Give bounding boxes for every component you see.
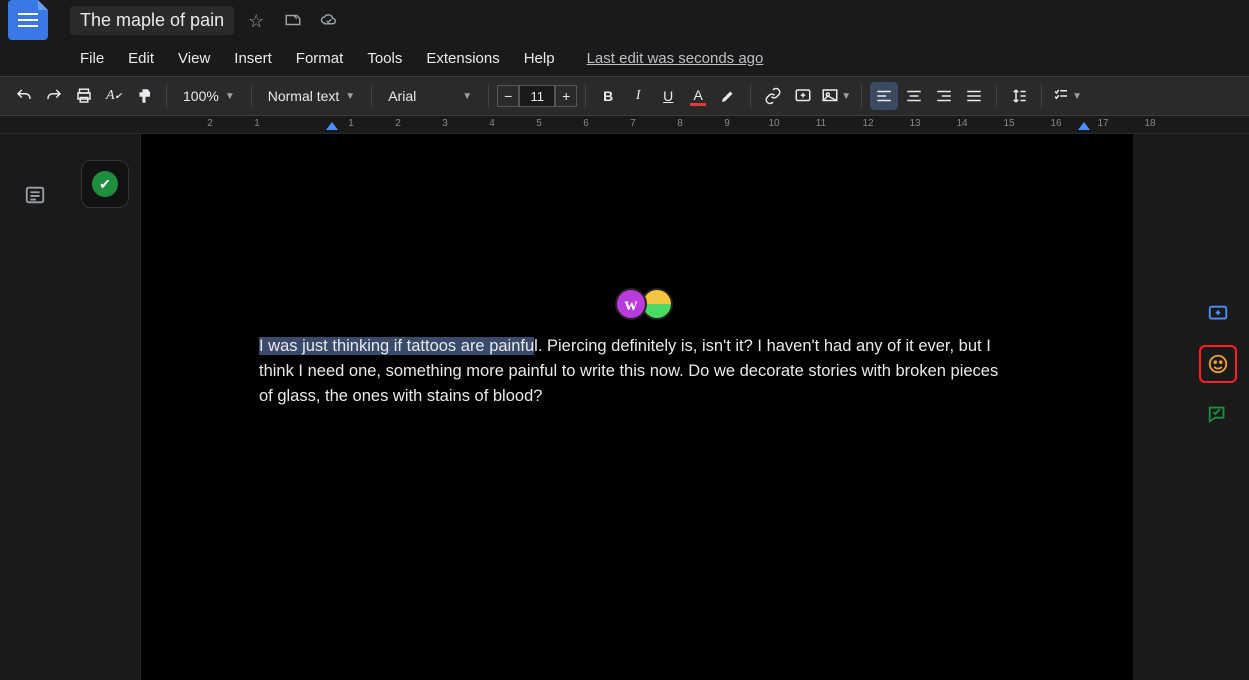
font-size-control: − + <box>497 85 577 107</box>
align-justify-button[interactable] <box>960 82 988 110</box>
font-value: Arial <box>388 88 416 104</box>
ruler-tick: 2 <box>395 118 401 129</box>
font-size-input[interactable] <box>519 85 555 107</box>
add-comment-button[interactable] <box>789 82 817 110</box>
align-right-button[interactable] <box>930 82 958 110</box>
star-icon[interactable]: ☆ <box>248 11 266 29</box>
cloud-status-icon[interactable] <box>320 11 338 29</box>
insert-link-button[interactable] <box>759 82 787 110</box>
style-value: Normal text <box>268 88 340 104</box>
selected-text: I was just thinking if tattoos are painf… <box>259 337 534 355</box>
menu-view[interactable]: View <box>168 44 220 73</box>
decrease-font-button[interactable]: − <box>497 85 519 107</box>
ruler-tick: 17 <box>1097 118 1108 129</box>
ruler-tick: 3 <box>442 118 448 129</box>
comment-rail <box>1199 295 1237 433</box>
font-family-select[interactable]: Arial ▼ <box>380 88 480 104</box>
toolbar: A✔ 100% ▼ Normal text ▼ Arial ▼ − + B I … <box>0 76 1249 116</box>
ruler-tick: 7 <box>630 118 636 129</box>
ruler-tick: 6 <box>583 118 589 129</box>
chevron-down-icon: ▼ <box>345 91 355 102</box>
ruler-tick: 16 <box>1050 118 1061 129</box>
app-logo[interactable] <box>8 0 48 40</box>
ruler-tick: 14 <box>956 118 967 129</box>
add-emoji-reaction-button[interactable] <box>1199 345 1237 383</box>
menu-format[interactable]: Format <box>286 44 354 73</box>
align-center-button[interactable] <box>900 82 928 110</box>
document-canvas[interactable]: I was just thinking if tattoos are painf… <box>140 134 1249 680</box>
ruler-tick: 4 <box>489 118 495 129</box>
ruler-tick: 1 <box>254 118 260 129</box>
menu-file[interactable]: File <box>70 44 114 73</box>
spellcheck-button[interactable]: A✔ <box>100 82 128 110</box>
italic-button[interactable]: I <box>624 82 652 110</box>
body-paragraph[interactable]: I was just thinking if tattoos are painf… <box>259 334 1015 408</box>
zoom-value: 100% <box>183 88 219 104</box>
underline-button[interactable]: U <box>654 82 682 110</box>
move-icon[interactable] <box>284 11 302 29</box>
title-bar: The maple of pain ☆ <box>0 0 1249 40</box>
ruler-tick: 8 <box>677 118 683 129</box>
checklist-button[interactable]: ▼ <box>1050 82 1084 110</box>
left-indent-marker[interactable] <box>326 122 338 130</box>
document-title[interactable]: The maple of pain <box>70 6 234 35</box>
right-indent-marker[interactable] <box>1078 122 1090 130</box>
chevron-down-icon: ▼ <box>225 91 235 102</box>
paint-format-button[interactable] <box>130 82 158 110</box>
ruler-tick: 9 <box>724 118 730 129</box>
undo-button[interactable] <box>10 82 38 110</box>
text-color-button[interactable]: A <box>684 82 712 110</box>
bold-button[interactable]: B <box>594 82 622 110</box>
ruler-tick: 18 <box>1144 118 1155 129</box>
zoom-select[interactable]: 100% ▼ <box>175 88 243 104</box>
ruler-tick: 15 <box>1003 118 1014 129</box>
collaborator-avatar[interactable]: w <box>615 288 647 320</box>
menu-tools[interactable]: Tools <box>357 44 412 73</box>
ruler-tick: 1 <box>348 118 354 129</box>
outline-toggle-button[interactable] <box>24 184 46 209</box>
menu-extensions[interactable]: Extensions <box>416 44 509 73</box>
insert-image-button[interactable]: ▼ <box>819 82 853 110</box>
menu-bar: File Edit View Insert Format Tools Exten… <box>0 40 1249 76</box>
chevron-down-icon: ▼ <box>462 91 472 102</box>
menu-edit[interactable]: Edit <box>118 44 164 73</box>
suggest-edits-button[interactable] <box>1199 395 1237 433</box>
last-edit-link[interactable]: Last edit was seconds ago <box>587 50 764 67</box>
paragraph-style-select[interactable]: Normal text ▼ <box>260 88 363 104</box>
line-spacing-button[interactable] <box>1005 82 1033 110</box>
increase-font-button[interactable]: + <box>555 85 577 107</box>
highlight-color-button[interactable] <box>714 82 742 110</box>
ruler-tick: 5 <box>536 118 542 129</box>
print-button[interactable] <box>70 82 98 110</box>
redo-button[interactable] <box>40 82 68 110</box>
ruler-tick: 13 <box>909 118 920 129</box>
menu-insert[interactable]: Insert <box>224 44 282 73</box>
ruler-tick: 10 <box>768 118 779 129</box>
ruler[interactable]: 21123456789101112131415161718 <box>0 116 1249 134</box>
check-icon: ✔ <box>92 171 118 197</box>
align-left-button[interactable] <box>870 82 898 110</box>
collaborator-cursors: w <box>615 288 679 320</box>
add-comment-rail-button[interactable] <box>1199 295 1237 333</box>
ruler-tick: 2 <box>207 118 213 129</box>
menu-help[interactable]: Help <box>514 44 565 73</box>
ruler-tick: 11 <box>816 118 826 129</box>
ruler-tick: 12 <box>862 118 873 129</box>
spelling-grammar-status[interactable]: ✔ <box>81 160 129 208</box>
